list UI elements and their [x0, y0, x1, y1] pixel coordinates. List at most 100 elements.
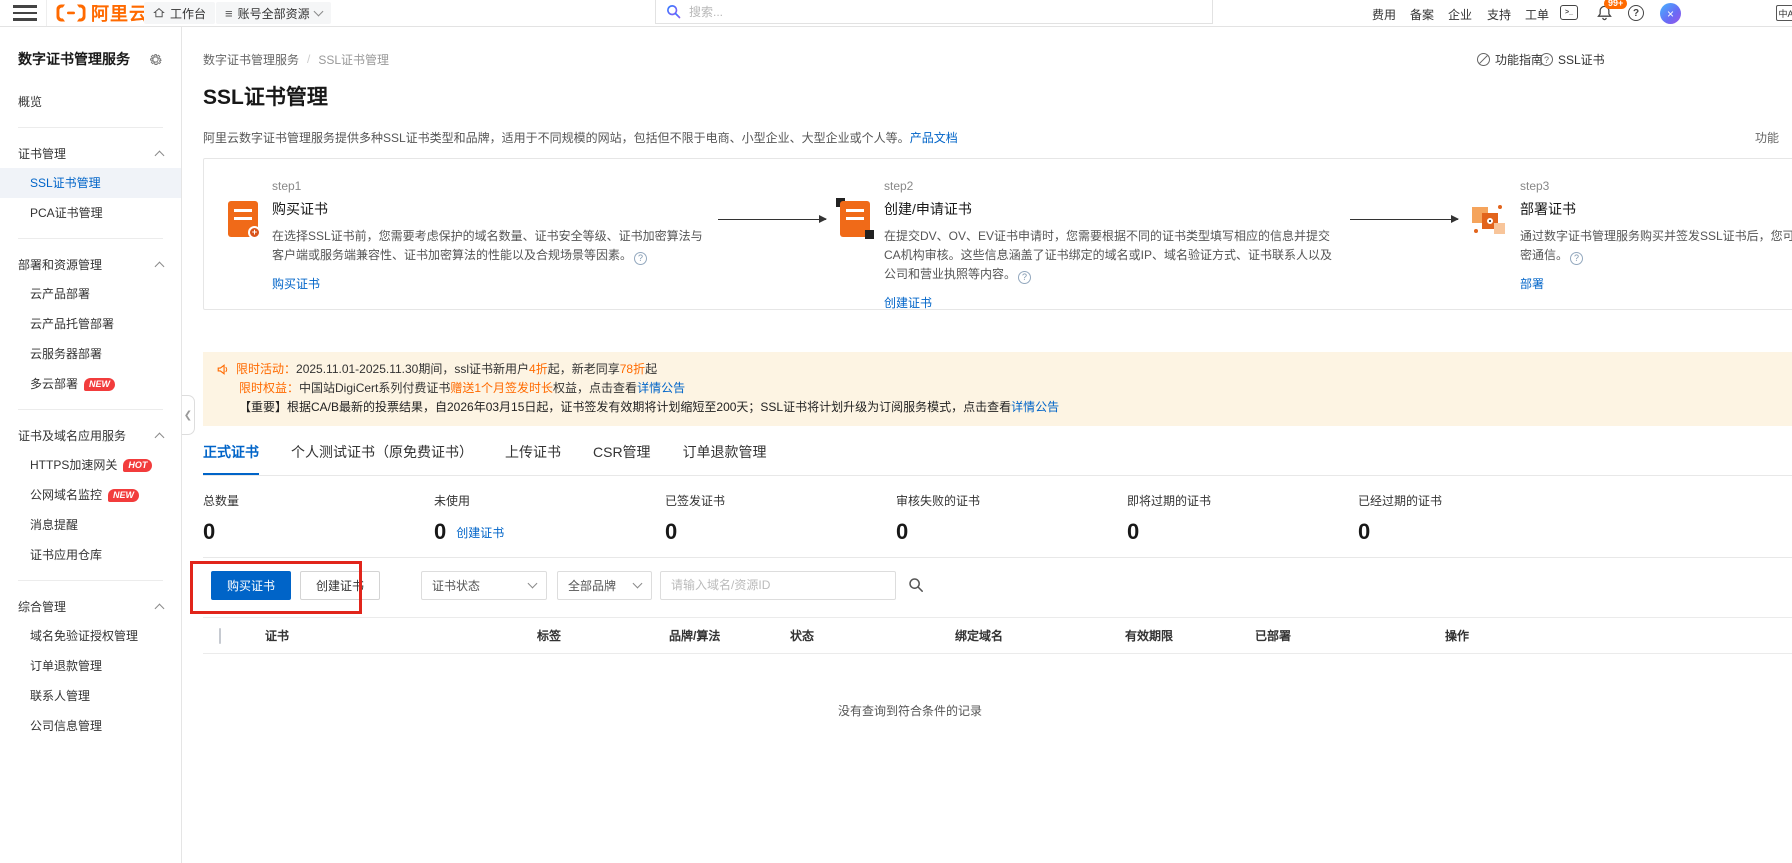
tab-csr-management[interactable]: CSR管理 — [593, 442, 651, 475]
sidebar-service-title: 数字证书管理服务 — [18, 49, 130, 69]
page-title: SSL证书管理 — [203, 81, 1792, 111]
question-circle-icon: ? — [1540, 53, 1553, 66]
domain-search-input[interactable] — [671, 578, 885, 592]
sidebar-item-message-reminder[interactable]: 消息提醒 — [0, 510, 181, 540]
divider — [18, 127, 163, 128]
topmenu-billing[interactable]: 费用 — [1372, 6, 1396, 23]
main-content: 数字证书管理服务 / SSL证书管理 功能指南 ? SSL证书 SSL证书管理 … — [183, 27, 1792, 863]
col-cert: 证书 — [265, 627, 537, 644]
deploy-link[interactable]: 部署 — [1520, 275, 1792, 292]
sidebar-item-cloud-product-deploy[interactable]: 云产品部署 — [0, 279, 181, 309]
col-deployed: 已部署 — [1255, 627, 1445, 644]
select-all-checkbox[interactable] — [219, 628, 221, 644]
stats-row: 总数量 0 未使用 0创建证书 已签发证书 0 审核失败的证书 0 即将过期的证… — [203, 492, 1603, 543]
col-validity: 有效期限 — [1125, 627, 1255, 644]
chevron-down-icon — [313, 7, 323, 17]
global-search[interactable] — [655, 0, 1213, 24]
stat-expiring: 即将过期的证书 0 — [1127, 492, 1358, 543]
buy-cert-button[interactable]: 购买证书 — [211, 571, 291, 600]
resources-icon: ≡ — [225, 6, 233, 21]
sidebar-item-ssl-cert-management[interactable]: SSL证书管理 — [0, 168, 181, 198]
new-badge: NEW — [108, 489, 139, 502]
detail-announcement-link[interactable]: 详情公告 — [1011, 400, 1059, 414]
notification-badge: 99+ — [1604, 0, 1627, 9]
chevron-up-icon — [155, 150, 165, 160]
avatar[interactable]: × — [1660, 3, 1681, 24]
breadcrumb: 数字证书管理服务 / SSL证书管理 功能指南 ? SSL证书 — [203, 51, 1792, 67]
product-doc-link[interactable]: 产品文档 — [910, 131, 958, 145]
buy-cert-link[interactable]: 购买证书 — [272, 275, 704, 292]
sidebar-item-https-gateway[interactable]: HTTPS加速网关 HOT — [0, 450, 181, 480]
breadcrumb-service[interactable]: 数字证书管理服务 — [203, 51, 299, 68]
feature-guide-link[interactable]: 功能指南 — [1477, 51, 1543, 68]
tab-formal-certs[interactable]: 正式证书 — [203, 442, 259, 475]
domain-search-field[interactable] — [660, 571, 896, 600]
topmenu-enterprise[interactable]: 企业 — [1448, 6, 1472, 23]
help-icon[interactable]: ? — [1628, 5, 1644, 21]
tab-test-certs[interactable]: 个人测试证书（原免费证书） — [291, 442, 473, 475]
sidebar-item-domain-auth-management[interactable]: 域名免验证授权管理 — [0, 621, 181, 651]
sidebar-item-company-info-management[interactable]: 公司信息管理 — [0, 711, 181, 741]
sidebar-group-general-management[interactable]: 综合管理 — [0, 591, 181, 621]
detail-announcement-link[interactable]: 详情公告 — [637, 381, 685, 395]
cert-status-select[interactable]: 证书状态 — [421, 571, 547, 600]
sidebar-item-cloud-server-deploy[interactable]: 云服务器部署 — [0, 339, 181, 369]
workbench-link[interactable]: 工作台 — [144, 2, 215, 24]
ssl-help-link[interactable]: ? SSL证书 — [1540, 51, 1605, 68]
create-cert-quick-link[interactable]: 创建证书 — [456, 524, 504, 543]
chevron-up-icon — [155, 603, 165, 613]
tab-order-refund[interactable]: 订单退款管理 — [683, 442, 767, 475]
chevron-down-icon — [633, 579, 643, 589]
megaphone-icon — [217, 363, 230, 376]
step1-block: + step1 购买证书 在选择SSL证书前，您需要考虑保护的域名数量、证书安全… — [228, 179, 704, 309]
sidebar: 数字证书管理服务 概览 证书管理 SSL证书管理 PCA证书管理 部署和资源管理… — [0, 27, 182, 863]
chevron-up-icon — [155, 432, 165, 442]
terminal-icon[interactable]: >_ — [1560, 5, 1578, 20]
sidebar-group-cert-domain-services[interactable]: 证书及域名应用服务 — [0, 420, 181, 450]
help-circle-icon[interactable]: ? — [1018, 271, 1031, 284]
arrow-right-icon — [1350, 219, 1458, 220]
global-search-input[interactable] — [689, 5, 1202, 19]
sidebar-item-cert-app-repo[interactable]: 证书应用仓库 — [0, 540, 181, 570]
stat-review-failed: 审核失败的证书 0 — [896, 492, 1127, 543]
new-badge: NEW — [84, 378, 115, 391]
create-cert-button[interactable]: 创建证书 — [300, 571, 380, 600]
brand-select[interactable]: 全部品牌 — [557, 571, 652, 600]
sidebar-item-cloud-hosted-deploy[interactable]: 云产品托管部署 — [0, 309, 181, 339]
cert-tabs: 正式证书 个人测试证书（原免费证书） 上传证书 CSR管理 订单退款管理 — [203, 442, 1792, 476]
home-icon — [153, 7, 165, 19]
col-status: 状态 — [790, 627, 955, 644]
sidebar-item-public-domain-monitor[interactable]: 公网域名监控 NEW — [0, 480, 181, 510]
arrow-right-icon — [718, 219, 826, 220]
topmenu-tickets[interactable]: 工单 — [1525, 6, 1549, 23]
chevron-down-icon — [528, 579, 538, 589]
sidebar-collapse-handle[interactable]: ❮ — [182, 395, 195, 435]
create-cert-link[interactable]: 创建证书 — [884, 294, 1336, 311]
feature-link-truncated[interactable]: 功能 — [1755, 129, 1779, 146]
divider — [18, 238, 163, 239]
col-bound-domain: 绑定域名 — [955, 627, 1125, 644]
sidebar-item-overview[interactable]: 概览 — [0, 87, 181, 117]
topmenu-icp[interactable]: 备案 — [1410, 6, 1434, 23]
sidebar-group-cert-management[interactable]: 证书管理 — [0, 138, 181, 168]
stat-unused: 未使用 0创建证书 — [434, 492, 665, 543]
hamburger-menu-icon[interactable] — [12, 0, 38, 26]
sidebar-item-contact-management[interactable]: 联系人管理 — [0, 681, 181, 711]
topmenu-support[interactable]: 支持 — [1487, 6, 1511, 23]
language-toggle-icon[interactable]: 中A — [1776, 5, 1792, 21]
col-brand-algorithm: 品牌/算法 — [669, 627, 790, 644]
aliyun-logo[interactable]: 阿里云 — [56, 0, 148, 26]
sidebar-item-order-refund-management[interactable]: 订单退款管理 — [0, 651, 181, 681]
help-circle-icon[interactable]: ? — [634, 252, 647, 265]
col-tag: 标签 — [537, 627, 669, 644]
sidebar-item-multicloud-deploy[interactable]: 多云部署 NEW — [0, 369, 181, 399]
tab-upload-cert[interactable]: 上传证书 — [505, 442, 561, 475]
help-circle-icon[interactable]: ? — [1570, 252, 1583, 265]
account-resources-dropdown[interactable]: ≡ 账号全部资源 — [216, 2, 331, 24]
sidebar-group-deploy-resource[interactable]: 部署和资源管理 — [0, 249, 181, 279]
search-submit-icon[interactable] — [902, 571, 930, 600]
gear-icon[interactable] — [148, 52, 163, 67]
divider — [18, 409, 163, 410]
sidebar-item-pca-cert-management[interactable]: PCA证书管理 — [0, 198, 181, 228]
deploy-cert-icon — [1472, 201, 1506, 237]
